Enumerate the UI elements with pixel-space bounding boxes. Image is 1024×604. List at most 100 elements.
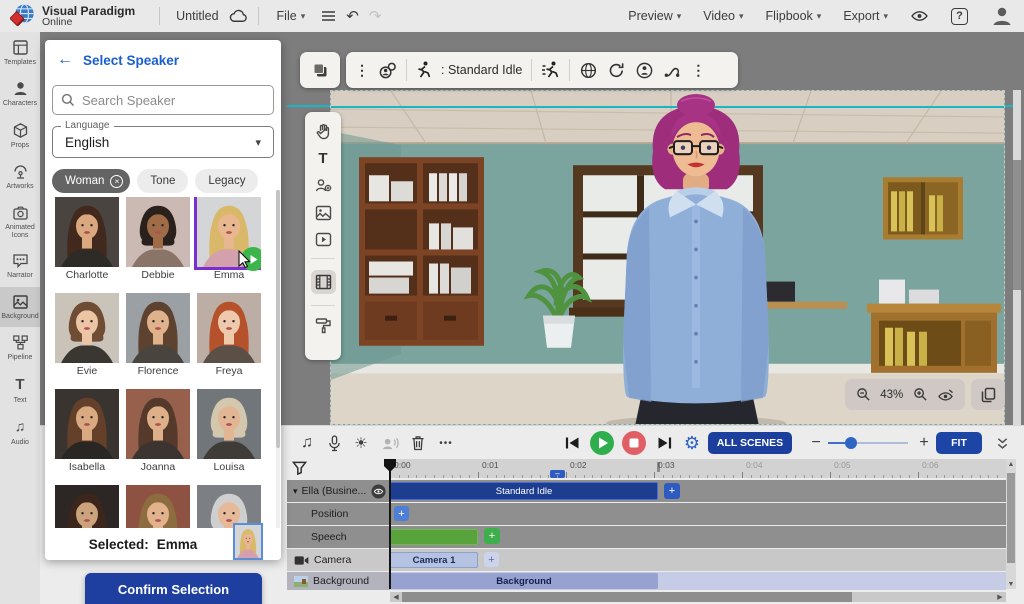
scroll-left-icon[interactable]: ◀ (392, 592, 400, 602)
flipbook-menu[interactable]: Flipbook▾ (766, 9, 822, 23)
hand-tool-icon[interactable] (315, 122, 332, 140)
zoom-level-value[interactable]: 43% (880, 389, 903, 401)
speaker-photo[interactable] (197, 389, 261, 459)
track-label-character[interactable]: ▾ Ella (Busine... (287, 480, 390, 502)
export-menu[interactable]: Export▾ (843, 9, 888, 23)
speaker-card-hidden-10[interactable] (126, 485, 190, 528)
chevron-down-icon[interactable]: ▾ (293, 486, 298, 497)
character-tool-icon[interactable] (314, 177, 332, 194)
remove-filter-icon[interactable]: × (110, 175, 123, 188)
fit-button[interactable]: FIT (936, 432, 982, 454)
speaker-card-hidden-9[interactable] (55, 485, 119, 528)
motion-path-icon[interactable] (663, 62, 682, 79)
confirm-selection-button[interactable]: Confirm Selection (85, 573, 262, 604)
track-label-speech[interactable]: Speech (287, 526, 390, 548)
zoom-slider-minus-icon[interactable]: − (804, 431, 828, 455)
speaker-card-florence[interactable]: Florence (126, 293, 190, 377)
sidebar-item-background[interactable]: Background (0, 287, 40, 327)
back-arrow-icon[interactable]: ← (57, 52, 73, 68)
image-tool-icon[interactable] (315, 205, 332, 221)
track-visibility-icon[interactable] (371, 484, 386, 499)
sidebar-item-animated-icons[interactable]: Animated Icons (0, 198, 40, 247)
idle-animation-icon[interactable] (416, 61, 432, 79)
skip-start-icon[interactable] (560, 431, 584, 455)
text-tool-icon[interactable]: T (318, 151, 327, 166)
undo-icon[interactable]: ↶ (346, 9, 359, 24)
speaker-photo[interactable] (126, 293, 190, 363)
speaker-card-charlotte[interactable]: Charlotte (55, 197, 119, 281)
collapse-timeline-icon[interactable] (990, 431, 1014, 455)
speaker-card-debbie[interactable]: Debbie (126, 197, 190, 281)
timeline-zoom-slider[interactable] (828, 442, 908, 444)
scroll-up-icon[interactable]: ▲ (1006, 459, 1016, 469)
speaker-card-evie[interactable]: Evie (55, 293, 119, 377)
speaker-photo[interactable] (197, 293, 261, 363)
speaker-photo[interactable] (126, 485, 190, 528)
track-label-position[interactable]: Position (287, 503, 390, 525)
speaker-photo[interactable] (55, 293, 119, 363)
canvas-scrollbar[interactable] (1013, 90, 1021, 425)
timeline-ruler[interactable]: – 0:000:010:020:030:040:050:06 (390, 459, 1006, 478)
add-animation-button[interactable]: + (664, 483, 680, 499)
speaker-search-field[interactable] (52, 85, 274, 115)
hamburger-menu-icon[interactable] (321, 10, 336, 22)
more-actions-icon[interactable]: ••• (434, 431, 458, 455)
add-speech-button[interactable]: + (484, 528, 500, 544)
stop-button[interactable] (620, 429, 648, 457)
video-stage[interactable] (330, 90, 1005, 425)
play-button[interactable] (588, 429, 616, 457)
clip-camera-1[interactable]: Camera 1 (390, 552, 478, 568)
sidebar-item-narrator[interactable]: Narrator (0, 246, 40, 286)
clip-speech[interactable] (390, 529, 478, 545)
sidebar-item-characters[interactable]: Characters (0, 73, 40, 114)
video-menu[interactable]: Video▾ (703, 9, 743, 23)
character-select-icon[interactable] (378, 61, 397, 80)
speaker-card-freya[interactable]: Freya (197, 293, 261, 377)
rotate-icon[interactable] (607, 62, 626, 79)
duplicate-tool-box[interactable] (300, 52, 340, 88)
preview-menu[interactable]: Preview▾ (628, 9, 681, 23)
speaker-photo[interactable] (126, 389, 190, 459)
move-3d-icon[interactable] (579, 61, 598, 80)
selected-speaker-thumbnail[interactable] (233, 523, 263, 560)
copy-stage-button[interactable] (971, 379, 1005, 410)
hide-ui-eye-icon[interactable] (937, 388, 954, 402)
speaker-card-joanna[interactable]: Joanna (126, 389, 190, 473)
eye-icon[interactable] (910, 9, 929, 23)
zoom-in-icon[interactable] (913, 387, 928, 402)
pose-icon[interactable] (635, 61, 654, 80)
track-label-background[interactable]: Background (287, 572, 390, 590)
change-animation-icon[interactable] (541, 61, 560, 79)
sidebar-item-text[interactable]: TText (0, 369, 40, 411)
clip-standard-idle[interactable]: Standard Idle (390, 482, 658, 500)
speaker-photo[interactable] (55, 389, 119, 459)
slider-thumb[interactable] (845, 437, 857, 449)
playhead-line[interactable] (389, 459, 391, 589)
document-title[interactable]: Untitled (176, 9, 218, 23)
add-mic-icon[interactable] (322, 431, 346, 455)
add-position-button[interactable]: + (394, 506, 409, 521)
panel-scrollbar-thumb[interactable] (276, 190, 280, 448)
sidebar-item-pipeline[interactable]: Pipeline (0, 327, 40, 368)
sidebar-item-artworks[interactable]: Artworks (0, 156, 40, 197)
speaker-photo[interactable] (55, 485, 119, 528)
filter-chip-tone[interactable]: Tone (137, 169, 188, 193)
narration-icon[interactable] (378, 431, 402, 455)
language-select[interactable]: Language English ▾ (52, 126, 274, 158)
file-menu[interactable]: File▾ (277, 9, 306, 23)
panel-scrollbar[interactable] (276, 190, 280, 556)
add-camera-button[interactable]: + (484, 552, 499, 567)
sidebar-item-props[interactable]: Props (0, 115, 40, 156)
redo-icon[interactable]: ↷ (369, 9, 382, 24)
canvas-scrollbar-thumb[interactable] (1013, 160, 1021, 290)
cloud-sync-icon[interactable] (229, 9, 248, 23)
add-music-icon[interactable]: ♫ (295, 431, 319, 455)
filter-chip-woman[interactable]: Woman× (52, 169, 130, 193)
brightness-icon[interactable]: ☀ (349, 431, 373, 455)
clip-background[interactable]: Background (390, 573, 658, 589)
speaker-photo[interactable] (55, 197, 119, 267)
hscrollbar-thumb[interactable] (402, 592, 852, 602)
speaker-card-louisa[interactable]: Louisa (197, 389, 261, 473)
sidebar-item-templates[interactable]: Templates (0, 32, 40, 73)
drag-handle-icon[interactable]: ⋮ (355, 62, 369, 79)
